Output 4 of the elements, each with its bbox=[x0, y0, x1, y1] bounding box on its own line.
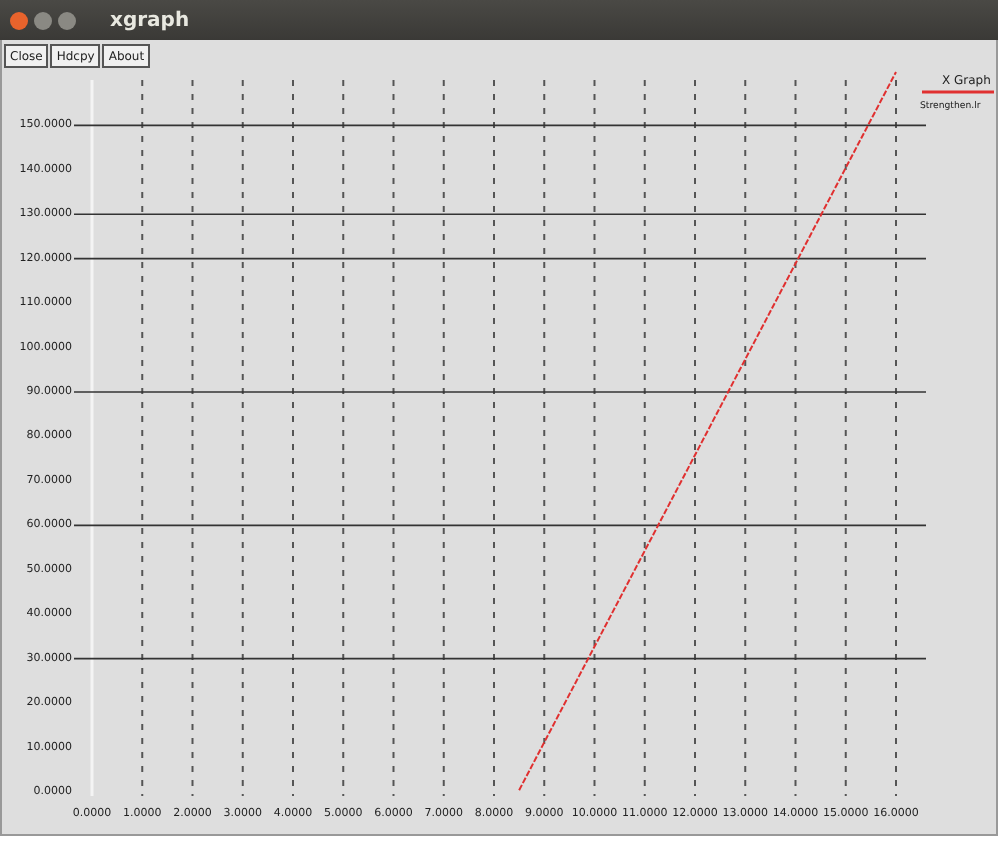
window-title: xgraph bbox=[110, 9, 190, 31]
close-icon[interactable] bbox=[10, 11, 28, 29]
minimize-icon[interactable] bbox=[34, 11, 52, 29]
maximize-icon[interactable] bbox=[58, 11, 76, 29]
